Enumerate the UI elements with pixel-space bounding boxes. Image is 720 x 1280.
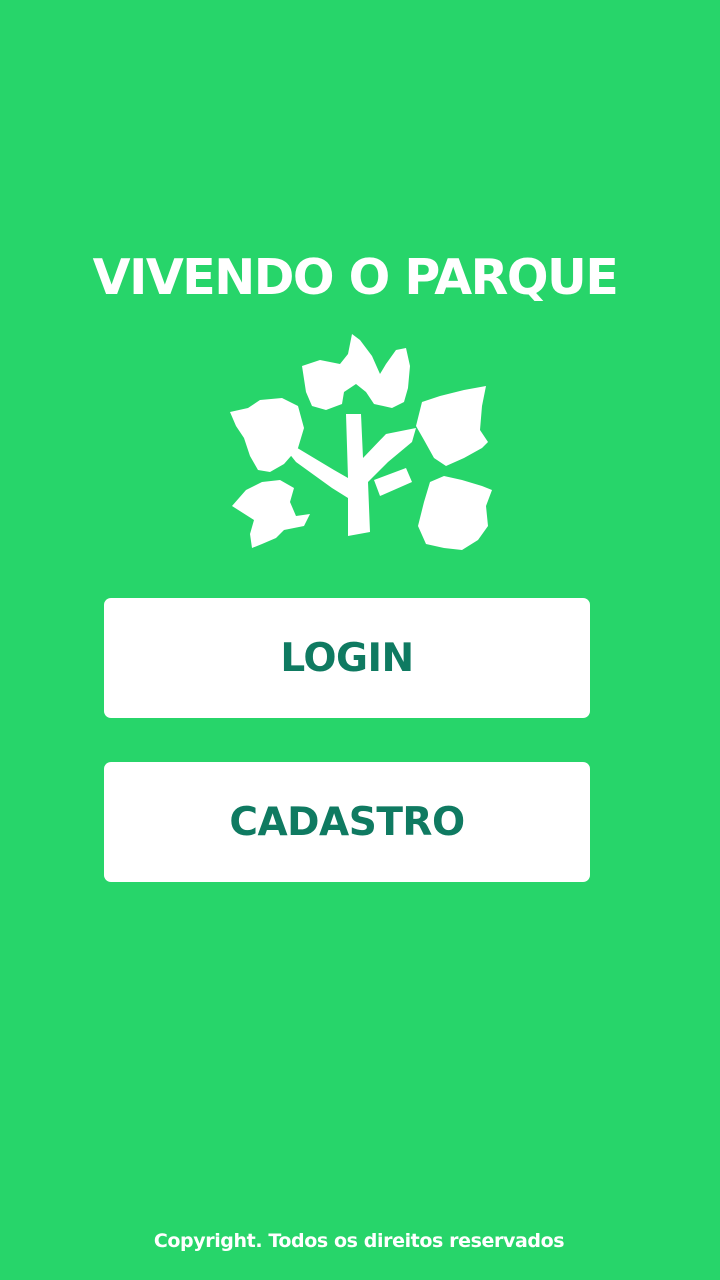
register-button[interactable]: CADASTRO xyxy=(104,762,590,882)
register-button-label: CADASTRO xyxy=(229,799,465,845)
tree-leaves-icon xyxy=(224,330,496,554)
copyright-footer: Copyright. Todos os direitos reservados xyxy=(153,1230,565,1252)
login-button-label: LOGIN xyxy=(280,635,414,681)
welcome-screen: VIVENDO O PARQUE LOGIN CADASTRO Copyrigh… xyxy=(0,0,720,1280)
app-title: VIVENDO O PARQUE xyxy=(92,249,619,306)
login-button[interactable]: LOGIN xyxy=(104,598,590,718)
